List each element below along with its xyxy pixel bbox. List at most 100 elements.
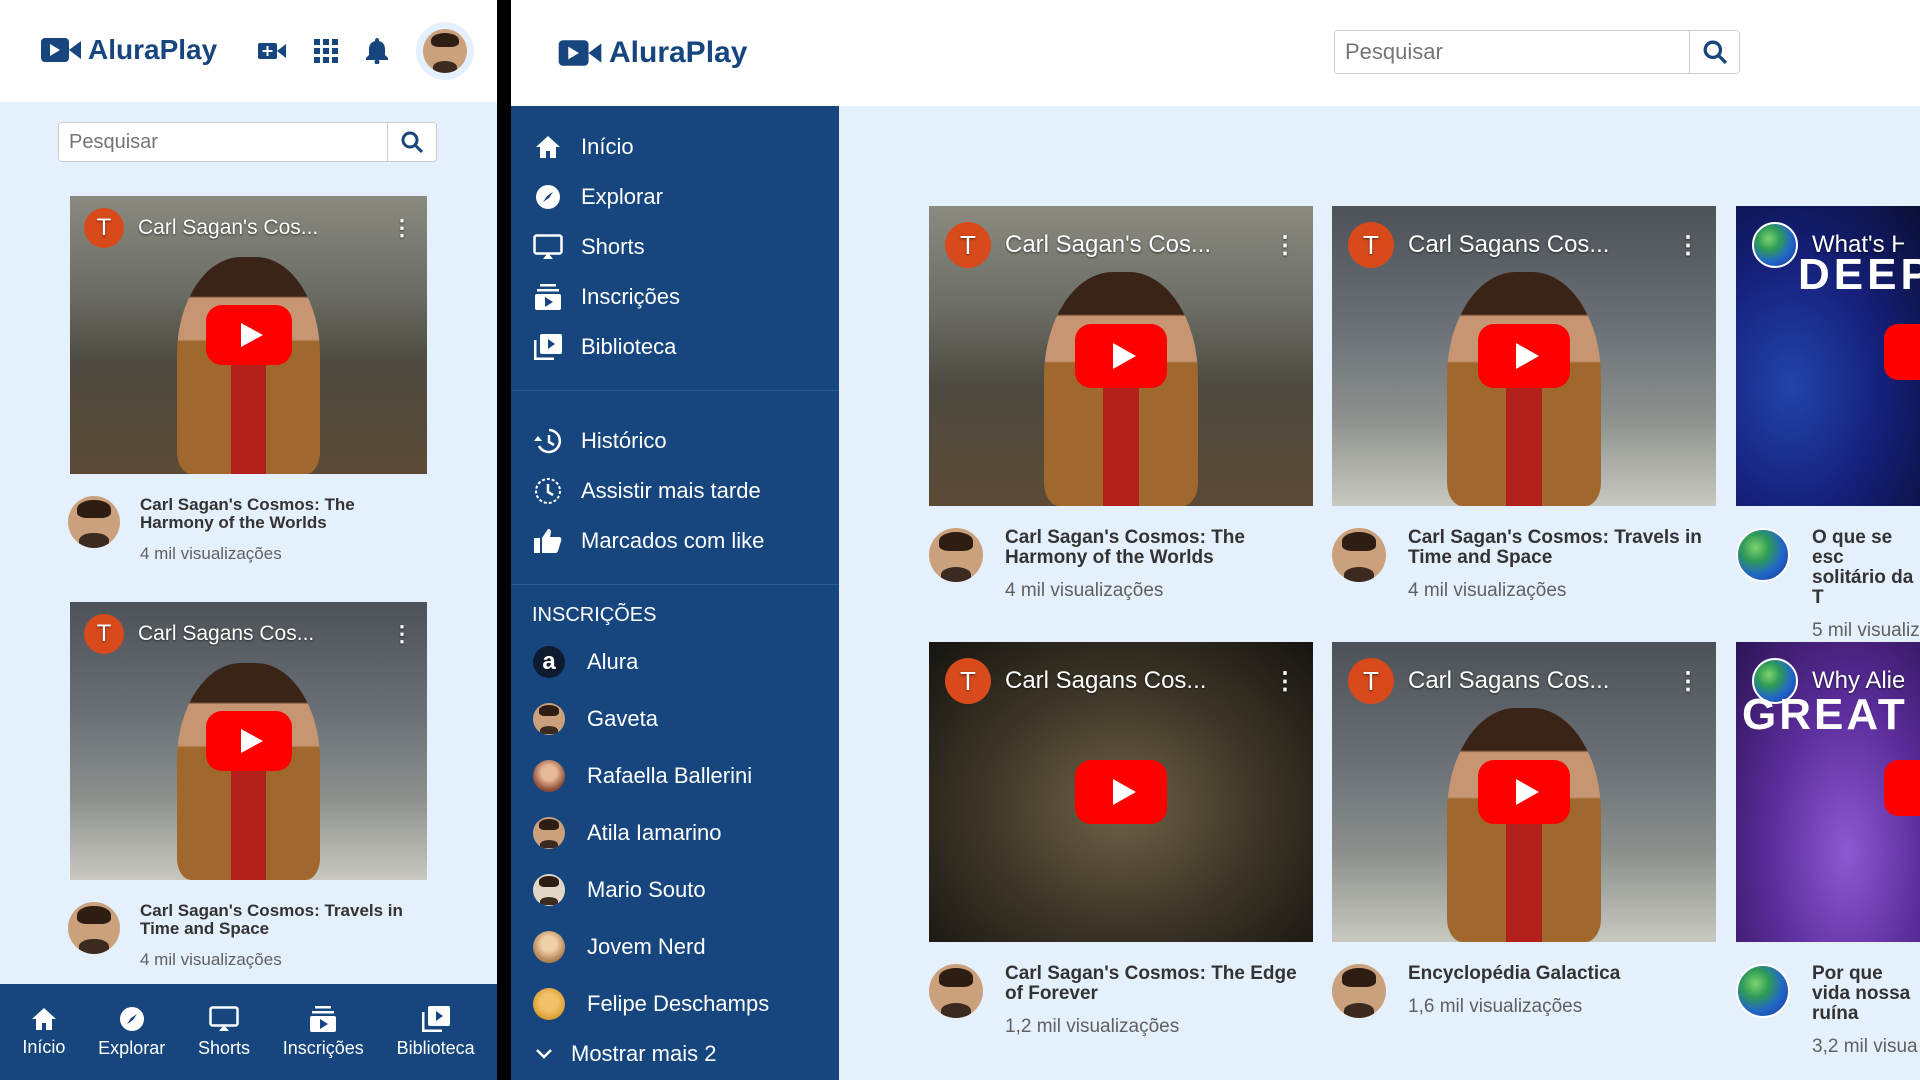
video-info: Carl Sagan's Cosmos: The Harmony of the … [68,496,438,564]
video-thumbnail[interactable]: T Carl Sagans Cos... ⋮ [70,602,427,880]
play-button-icon[interactable] [1884,324,1920,380]
overlay-channel-avatar [1752,222,1798,268]
search-input[interactable] [1335,31,1690,73]
brand-name: AluraPlay [88,34,218,65]
clock-icon [535,478,561,504]
sidebar-item-inscricoes[interactable]: Inscrições [511,272,839,322]
channel-avatar[interactable] [1736,964,1790,1018]
video-thumbnail[interactable]: T Carl Sagans Cos... ⋮ [1332,206,1716,506]
search-icon [401,131,424,153]
subscription-item[interactable]: Mario Souto [511,861,839,918]
video-overlay-bar: T Carl Sagan's Cos... ⋮ [929,206,1313,284]
play-button-icon[interactable] [205,305,292,365]
video-info: Encyclopédia Galactica 1,6 mil visualiza… [1332,964,1722,1018]
channel-avatar[interactable] [68,902,120,954]
video-thumbnail[interactable]: What's H DEEP [1736,206,1920,506]
video-title[interactable]: Carl Sagan's Cosmos: The Edge of Forever [1005,964,1305,1004]
user-avatar[interactable] [416,22,474,80]
search-button[interactable] [387,123,436,161]
video-title[interactable]: Por que vida nossa ruína [1812,964,1920,1024]
video-title[interactable]: Carl Sagan's Cosmos: Travels in Time and… [1408,528,1708,568]
subscription-item[interactable]: Felipe Deschamps [511,975,839,1032]
brand-logo[interactable]: AluraPlay [40,34,217,66]
channel-avatar[interactable] [929,528,983,582]
play-button-icon[interactable] [1884,760,1920,816]
sidebar-item-marcados-com-like[interactable]: Marcados com like [511,516,839,566]
channel-avatar[interactable] [929,964,983,1018]
sidebar-item-historico[interactable]: Histórico [511,416,839,466]
video-title[interactable]: Carl Sagan's Cosmos: Travels in Time and… [140,902,430,938]
sidebar-item-explorar[interactable]: Explorar [511,172,839,222]
bottom-nav-inicio[interactable]: Início [22,1007,65,1058]
video-thumbnail[interactable]: T Carl Sagan's Cos... ⋮ [929,206,1313,506]
more-options-icon[interactable]: ⋮ [1273,231,1297,260]
search-input[interactable] [59,123,388,161]
play-button-icon[interactable] [205,711,292,771]
sidebar-item-label: Inscrições [581,284,681,309]
more-options-icon[interactable]: ⋮ [391,215,413,241]
overlay-title: Carl Sagans Cos... [138,622,315,645]
mobile-view: AluraPlay T Carl Sagan's Cos... ⋮ Carl S… [0,0,497,1080]
video-title[interactable]: Carl Sagan's Cosmos: The Harmony of the … [140,496,430,532]
video-overlay-bar: T Carl Sagans Cos... ⋮ [70,602,427,666]
video-thumbnail[interactable]: T Carl Sagan's Cos... ⋮ [70,196,427,474]
sidebar-item-inicio[interactable]: Início [511,122,839,172]
search-icon [1703,40,1727,64]
mobile-header: AluraPlay [0,0,497,102]
sidebar-item-biblioteca[interactable]: Biblioteca [511,322,839,372]
more-options-icon[interactable]: ⋮ [1676,667,1700,696]
brand-logo[interactable]: AluraPlay [557,36,747,70]
bottom-nav-biblioteca[interactable]: Biblioteca [397,1005,475,1059]
show-more-button[interactable]: Mostrar mais 2 [511,1032,839,1076]
video-title[interactable]: O que se esc solitário da T [1812,528,1920,608]
channel-avatar[interactable] [1736,528,1790,582]
subscription-item[interactable]: Gaveta [511,690,839,747]
sidebar-item-shorts[interactable]: Shorts [511,222,839,272]
bottom-nav-explorar[interactable]: Explorar [98,1006,165,1059]
overlay-channel-avatar: T [1348,222,1394,268]
video-title[interactable]: Carl Sagan's Cosmos: The Harmony of the … [1005,528,1317,568]
logo-play-icon [41,38,81,62]
more-options-icon[interactable]: ⋮ [1273,667,1297,696]
play-button-icon[interactable] [1478,760,1570,824]
overlay-title: Carl Sagan's Cos... [138,216,319,239]
subscriptions-icon [535,284,561,310]
channel-avatar[interactable] [1332,528,1386,582]
video-info: O que se esc solitário da T 5 mil visual… [1736,528,1920,642]
subscription-item[interactable]: Atila Iamarino [511,804,839,861]
brand-name: AluraPlay [609,36,748,69]
apps-grid-icon[interactable] [314,39,338,63]
channel-avatar[interactable] [68,496,120,548]
home-icon [31,1007,56,1030]
more-options-icon[interactable]: ⋮ [1676,231,1700,260]
video-views: 5 mil visualiz [1812,619,1920,641]
video-thumbnail[interactable]: Why Alie GREAT [1736,642,1920,942]
sidebar-divider [511,584,839,585]
play-button-icon[interactable] [1075,760,1167,824]
play-button-icon[interactable] [1075,324,1167,388]
bottom-nav-shorts[interactable]: Shorts [198,1005,250,1059]
video-title[interactable]: Encyclopédia Galactica [1408,964,1708,984]
shorts-icon [209,1005,239,1031]
sidebar: Início Explorar Shorts Inscrições Biblio… [511,106,839,1080]
play-button-icon[interactable] [1478,324,1570,388]
video-thumbnail[interactable]: T Carl Sagans Cos... ⋮ [1332,642,1716,942]
more-options-icon[interactable]: ⋮ [391,621,413,647]
bell-icon[interactable] [366,38,388,64]
overlay-title: Carl Sagans Cos... [1408,231,1610,258]
subscription-item[interactable]: a Alura [511,633,839,690]
subscription-item[interactable]: Jovem Nerd [511,918,839,975]
sidebar-divider [511,390,839,391]
sidebar-item-assistir-mais-tarde[interactable]: Assistir mais tarde [511,466,839,516]
channel-avatar[interactable] [1332,964,1386,1018]
desktop-view: AluraPlay Início Explorar Shorts Inscriç… [511,0,1920,1080]
subscription-name: Mario Souto [587,876,706,902]
compass-icon [119,1006,144,1031]
subscription-item[interactable]: Rafaella Ballerini [511,747,839,804]
search-button[interactable] [1689,31,1739,73]
subscriptions-heading: INSCRIÇÕES [532,604,657,626]
video-thumbnail[interactable]: T Carl Sagans Cos... ⋮ [929,642,1313,942]
overlay-channel-avatar: T [945,658,991,704]
video-camera-icon[interactable] [258,41,286,61]
bottom-nav-inscricoes[interactable]: Inscrições [283,1005,364,1059]
